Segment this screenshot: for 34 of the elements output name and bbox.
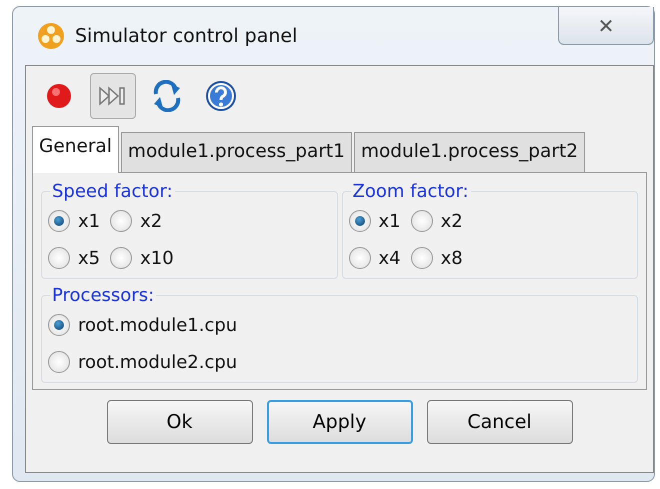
radio-button[interactable] xyxy=(348,247,370,270)
radio-button[interactable] xyxy=(110,247,132,270)
radio-label[interactable]: x2 xyxy=(140,208,162,235)
radio-label[interactable]: x4 xyxy=(378,244,401,272)
tab[interactable]: module1.process_part1 xyxy=(120,132,352,172)
radio-button[interactable] xyxy=(348,210,370,232)
radio-label[interactable]: x8 xyxy=(440,244,463,272)
help-icon xyxy=(205,80,237,112)
tab[interactable]: module1.process_part2 xyxy=(354,132,586,172)
radio-button[interactable] xyxy=(48,210,70,232)
close-button[interactable]: ✕ xyxy=(558,7,654,45)
record-icon xyxy=(46,83,72,109)
radio-button[interactable] xyxy=(410,210,433,232)
radio-button[interactable] xyxy=(48,247,70,270)
radio-label[interactable]: x1 xyxy=(78,208,100,235)
radio-label[interactable]: x10 xyxy=(140,244,174,272)
radio-label[interactable]: x2 xyxy=(440,208,463,235)
dialog-button[interactable]: Ok xyxy=(106,400,252,444)
radio-label[interactable]: root.module1.cpu xyxy=(78,312,238,339)
tab[interactable]: General xyxy=(32,126,119,173)
window-title: Simulator control panel xyxy=(75,24,298,49)
app-icon xyxy=(37,22,65,50)
dialog-button[interactable]: Apply xyxy=(266,400,412,444)
radio-label[interactable]: x1 xyxy=(378,208,401,235)
radio-button[interactable] xyxy=(48,351,70,374)
step-forward-icon xyxy=(98,85,128,107)
radio-button[interactable] xyxy=(48,314,70,336)
radio-label[interactable]: x5 xyxy=(78,244,100,272)
radio-button[interactable] xyxy=(110,210,132,232)
step-forward-button[interactable] xyxy=(90,73,136,119)
dialog-button[interactable]: Cancel xyxy=(426,400,572,444)
radio-button[interactable] xyxy=(410,247,433,270)
radio-label[interactable]: root.module2.cpu xyxy=(78,348,238,376)
refresh-icon xyxy=(152,80,182,112)
